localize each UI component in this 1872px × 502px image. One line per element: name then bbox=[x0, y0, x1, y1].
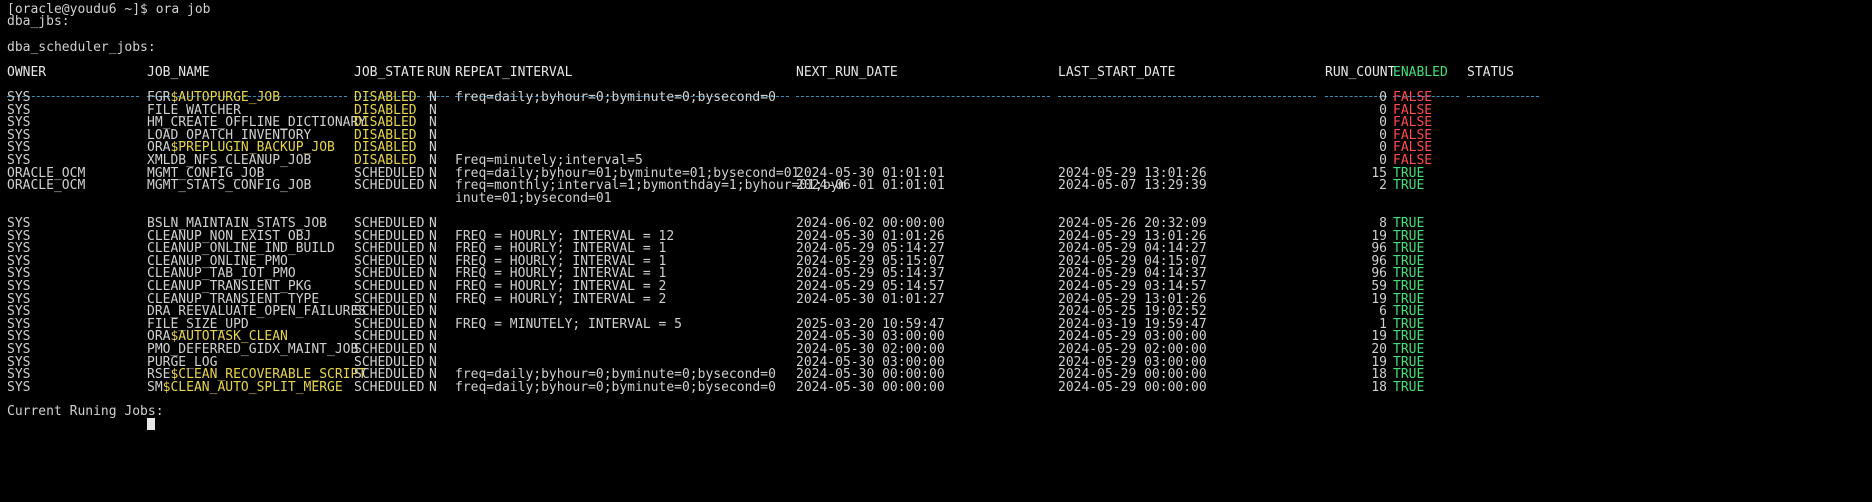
job-run-flag: N bbox=[429, 380, 437, 395]
job-name: SM$CLEAN_AUTO_SPLIT_MERGE bbox=[147, 380, 343, 395]
job-name: MGMT_STATS_CONFIG_JOB bbox=[147, 178, 311, 193]
separator-last-start-date bbox=[1058, 96, 1316, 97]
col-last-start-date-header: LAST_START_DATE bbox=[1058, 65, 1176, 80]
separator-status bbox=[1467, 96, 1539, 97]
next-run-date: 2024-05-30 01:01:27 bbox=[796, 292, 945, 307]
job-name-prefix: SM bbox=[147, 380, 163, 395]
job-owner: ORACLE_OCM bbox=[7, 178, 86, 193]
job-name-prefix: MGMT_STATS_CONFIG_JOB bbox=[147, 178, 312, 193]
terminal-cursor bbox=[147, 417, 155, 430]
col-enabled-header: ENABLED bbox=[1393, 65, 1448, 80]
repeat-interval: FREQ = HOURLY; INTERVAL = 2 bbox=[455, 292, 667, 307]
repeat-interval: FREQ = MINUTELY; INTERVAL = 5 bbox=[455, 317, 682, 332]
last-start-date: 2024-05-07 13:29:39 bbox=[1058, 178, 1207, 193]
col-repeat-interval-header: REPEAT_INTERVAL bbox=[455, 65, 573, 80]
dba-scheduler-jobs-heading: dba_scheduler_jobs: bbox=[7, 40, 156, 55]
dba-jbs-heading: dba_jbs: bbox=[7, 14, 70, 29]
run-count: 18 bbox=[1371, 380, 1387, 395]
separator-next-run-date bbox=[796, 96, 1050, 97]
terminal-window[interactable]: [oracle@youdu6 ~]$ ora job dba_jbs: dba_… bbox=[0, 0, 1872, 502]
run-count: 2 bbox=[1379, 178, 1387, 193]
enabled-flag: TRUE bbox=[1393, 380, 1425, 395]
job-owner: SYS bbox=[7, 380, 31, 395]
job-run-flag: N bbox=[429, 178, 437, 193]
job-name-suffix: $CLEAN_AUTO_SPLIT_MERGE bbox=[162, 380, 343, 395]
col-run-count-header: RUN_COUNT bbox=[1325, 65, 1396, 80]
repeat-interval: freq=daily;byhour=0;byminute=0;bysecond=… bbox=[455, 380, 776, 395]
separator-run-count bbox=[1325, 96, 1387, 97]
enabled-flag: TRUE bbox=[1393, 178, 1425, 193]
next-run-date: 2024-06-01 01:01:01 bbox=[796, 178, 945, 193]
job-state: SCHEDULED bbox=[354, 178, 425, 193]
col-next-run-date-header: NEXT_RUN_DATE bbox=[796, 65, 898, 80]
col-status-header: STATUS bbox=[1467, 65, 1514, 80]
terminal-cursor-line[interactable] bbox=[7, 416, 155, 431]
job-state: SCHEDULED bbox=[354, 380, 425, 395]
col-run-header: RUN bbox=[427, 65, 451, 80]
repeat-interval: freq=daily;byhour=0;byminute=0;bysecond=… bbox=[455, 90, 776, 105]
last-start-date: 2024-05-29 00:00:00 bbox=[1058, 380, 1207, 395]
next-run-date: 2024-05-30 00:00:00 bbox=[796, 380, 945, 395]
col-job-name-header: JOB_NAME bbox=[147, 65, 210, 80]
col-owner-header: OWNER bbox=[7, 65, 47, 80]
repeat-interval-continued: inute=01;bysecond=01 bbox=[455, 191, 612, 206]
col-job-state-header: JOB_STATE bbox=[354, 65, 425, 80]
